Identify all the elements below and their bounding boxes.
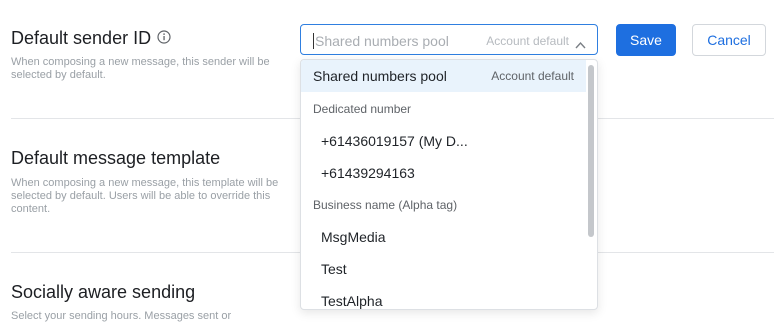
cancel-button[interactable]: Cancel [692, 24, 766, 56]
save-button[interactable]: Save [616, 24, 676, 56]
option-test[interactable]: Test [301, 253, 586, 285]
template-description: When composing a new message, this templ… [11, 177, 279, 215]
text-caret [313, 33, 314, 49]
group-dedicated-number: Dedicated number [313, 102, 412, 116]
group-business-name: Business name (Alpha tag) [313, 198, 458, 212]
option-testalpha[interactable]: TestAlpha [301, 285, 586, 309]
option-shared-numbers-pool[interactable]: Shared numbers pool Account default [301, 60, 586, 92]
sender-description: When composing a new message, this sende… [11, 56, 270, 81]
option-label: +61436019157 (My D... [321, 133, 468, 149]
option-msgmedia[interactable]: MsgMedia [301, 221, 586, 253]
option-number-2[interactable]: +61439294163 [301, 157, 586, 189]
option-tag: Account default [491, 69, 574, 83]
sender-select[interactable]: Shared numbers pool Account default [300, 24, 598, 55]
info-icon[interactable] [157, 28, 171, 49]
sender-title-text: Default sender ID [11, 28, 152, 48]
social-description: Select your sending hours. Messages sent… [11, 310, 232, 322]
sender-dropdown-menu: Shared numbers pool Account default Dedi… [300, 59, 598, 310]
sender-section-title: Default sender ID [11, 28, 171, 50]
scrollbar-thumb[interactable] [588, 65, 594, 237]
chevron-up-icon[interactable] [575, 36, 586, 54]
social-section-title: Socially aware sending [11, 282, 196, 302]
option-label: +61439294163 [321, 165, 415, 181]
option-label: Test [321, 261, 347, 277]
option-number-1[interactable]: +61436019157 (My D... [301, 125, 586, 157]
sender-select-tag: Account default [486, 34, 569, 48]
option-label: TestAlpha [321, 293, 383, 309]
template-section-title: Default message template [11, 148, 221, 168]
sender-select-value: Shared numbers pool [315, 33, 449, 49]
option-label: Shared numbers pool [313, 68, 447, 84]
option-label: MsgMedia [321, 229, 386, 245]
